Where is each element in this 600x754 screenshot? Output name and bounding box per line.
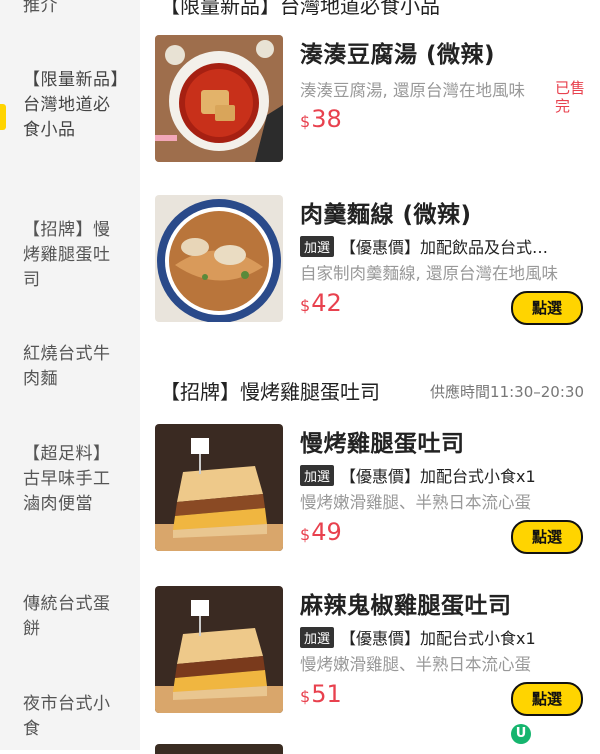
category-sidebar: 推介 【限量新品】台灣地道必食小品 【招牌】慢烤雞腿蛋吐司 紅燒台式牛肉麵 【超… [0, 0, 140, 750]
menu-item[interactable]: 肉羹麵線 (微辣) 加選 【優惠價】加配飲品及台式… 自家制肉羹麵線, 還原台灣在… [155, 195, 595, 325]
sidebar-item-label: 【限量新品】台灣地道必食小品 [23, 70, 120, 140]
section-hours: 供應時間11:30–20:30 [430, 383, 584, 401]
add-on-tag: 加選 [300, 465, 335, 486]
sidebar-item-label: 夜市台式小食 [23, 694, 111, 739]
currency-symbol: $ [300, 112, 311, 131]
promo-text: 【優惠價】加配飲品及台式… [340, 238, 549, 257]
item-price: $38 [300, 105, 342, 133]
select-button[interactable]: 點選 [511, 291, 583, 325]
item-price: $51 [300, 680, 342, 708]
menu-item[interactable]: 湊湊豆腐湯 (微辣) 湊湊豆腐湯, 還原台灣在地風味 $38 已售完 [155, 35, 595, 165]
promo-line: 加選 【優惠價】加配台式小食x1 [300, 625, 536, 649]
item-description: 自家制肉羹麵線, 還原台灣在地風味 [300, 264, 558, 283]
item-name: 肉羹麵線 (微辣) [300, 202, 472, 228]
promo-text: 【優惠價】加配台式小食x1 [340, 467, 536, 486]
sidebar-item-recommended[interactable]: 推介 [23, 0, 123, 19]
sidebar-item-beef-noodle[interactable]: 紅燒台式牛肉麵 [23, 342, 123, 392]
sold-out-label: 已售完 [555, 79, 586, 115]
sidebar-item-limited-new[interactable]: 【限量新品】台灣地道必食小品 [23, 68, 123, 143]
select-button[interactable]: 點選 [511, 520, 583, 554]
food-image [155, 424, 283, 551]
active-indicator [0, 104, 6, 130]
price-value: 51 [311, 680, 342, 708]
sidebar-item-label: 傳統台式蛋餅 [23, 594, 111, 639]
sidebar-item-label: 【超足料】古早味手工滷肉便當 [23, 444, 111, 514]
price-value: 42 [311, 289, 342, 317]
promo-line: 加選 【優惠價】加配台式小食x1 [300, 463, 536, 487]
food-image [155, 35, 283, 162]
currency-symbol: $ [300, 687, 311, 706]
section-title: 【招牌】慢烤雞腿蛋吐司 [160, 380, 380, 404]
food-image [155, 586, 283, 713]
sidebar-item-label: 推介 [23, 0, 58, 16]
section-title: 【限量新品】台灣地道必食小品 [160, 0, 440, 18]
add-on-tag: 加選 [300, 627, 335, 648]
price-value: 49 [311, 518, 342, 546]
menu-list: 【限量新品】台灣地道必食小品 湊湊豆腐湯 (微辣) 湊湊豆腐湯, 還原台灣在地風… [140, 0, 600, 754]
item-description: 慢烤嫩滑雞腿、半熟日本流心蛋 [300, 655, 531, 674]
food-image [155, 195, 283, 322]
currency-symbol: $ [300, 296, 311, 315]
currency-symbol: $ [300, 525, 311, 544]
promo-text: 【優惠價】加配台式小食x1 [340, 629, 536, 648]
food-image [155, 744, 283, 754]
add-on-tag: 加選 [300, 236, 335, 257]
select-button[interactable]: 點選 [511, 682, 583, 716]
item-price: $49 [300, 518, 342, 546]
sidebar-item-night-market[interactable]: 夜市台式小食 [23, 692, 123, 742]
promo-line: 加選 【優惠價】加配飲品及台式… [300, 234, 548, 258]
menu-item[interactable]: 麻辣鬼椒雞腿蛋吐司 加選 【優惠價】加配台式小食x1 慢烤嫩滑雞腿、半熟日本流心蛋… [155, 586, 595, 716]
sidebar-item-braised-pork[interactable]: 【超足料】古早味手工滷肉便當 [23, 442, 123, 517]
item-name: 麻辣鬼椒雞腿蛋吐司 [300, 593, 512, 619]
sidebar-item-signature-toast[interactable]: 【招牌】慢烤雞腿蛋吐司 [23, 218, 123, 293]
item-description: 慢烤嫩滑雞腿、半熟日本流心蛋 [300, 493, 531, 512]
sidebar-item-label: 紅燒台式牛肉麵 [23, 344, 111, 389]
sidebar-item-label: 【招牌】慢烤雞腿蛋吐司 [23, 220, 111, 290]
item-price: $42 [300, 289, 342, 317]
item-name: 慢烤雞腿蛋吐司 [300, 431, 465, 457]
item-description: 湊湊豆腐湯, 還原台灣在地風味 [300, 81, 525, 100]
price-value: 38 [311, 105, 342, 133]
menu-item[interactable]: 慢烤雞腿蛋吐司 加選 【優惠價】加配台式小食x1 慢烤嫩滑雞腿、半熟日本流心蛋 $… [155, 424, 595, 554]
chat-icon[interactable]: U [511, 724, 531, 744]
item-name: 湊湊豆腐湯 (微辣) [300, 42, 496, 68]
sidebar-item-egg-pancake[interactable]: 傳統台式蛋餅 [23, 592, 123, 642]
